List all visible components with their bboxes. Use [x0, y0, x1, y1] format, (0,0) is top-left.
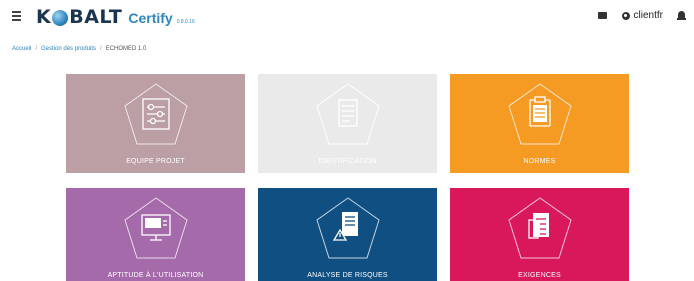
pentagon-frame — [507, 197, 572, 259]
top-bar: K BALT Certify 0.8.0.16 clientfr — [0, 0, 694, 38]
tile-label: EXIGENCES — [518, 272, 561, 279]
requirements-icon — [527, 213, 549, 239]
tile-exigences[interactable]: EXIGENCES — [450, 188, 629, 281]
tile-equipe-projet[interactable]: EQUIPE PROJET — [66, 74, 245, 173]
app-logo[interactable]: K BALT Certify 0.8.0.16 — [36, 6, 195, 32]
gear-icon — [621, 11, 631, 21]
pentagon-frame — [507, 83, 572, 145]
pentagon-frame — [315, 83, 380, 145]
tile-analyse-risques[interactable]: ANALYSE DE RISQUES — [258, 188, 437, 281]
clipboard-icon — [528, 96, 551, 127]
tile-label: APTITUDE À L'UTILISATION — [107, 272, 204, 279]
globe-icon — [52, 10, 69, 26]
monitor-icon — [140, 214, 171, 241]
tile-normes[interactable]: NORMES — [450, 74, 629, 173]
pentagon-frame — [315, 197, 380, 259]
breadcrumb-separator: / — [35, 46, 38, 52]
tile-label: IDENTIFICATION — [318, 158, 377, 165]
product-name: Certify — [128, 10, 173, 26]
tile-aptitude[interactable]: APTITUDE À L'UTILISATION — [66, 188, 245, 281]
mail-icon[interactable] — [597, 12, 607, 19]
sliders-icon — [141, 98, 170, 130]
breadcrumb-products[interactable]: Gestion des produits — [41, 46, 96, 52]
document-icon — [337, 99, 358, 127]
user-menu[interactable]: clientfr — [621, 10, 663, 21]
user-name: clientfr — [633, 10, 663, 21]
pentagon-frame — [123, 197, 188, 259]
tile-label: EQUIPE PROJET — [126, 158, 185, 165]
breadcrumb-current: ECHOMED 1.0 — [105, 46, 147, 52]
bell-icon[interactable] — [677, 10, 686, 21]
version-label: 0.8.0.16 — [176, 19, 195, 25]
breadcrumb-separator: / — [100, 46, 102, 52]
pentagon-frame — [123, 83, 188, 145]
breadcrumb: Accueil / Gestion des produits / ECHOMED… — [12, 46, 146, 52]
tile-label: NORMES — [523, 158, 556, 165]
breadcrumb-home[interactable]: Accueil — [12, 46, 31, 52]
header-actions: clientfr — [597, 10, 686, 21]
tile-identification: IDENTIFICATION — [258, 74, 437, 173]
brand-name: K BALT — [36, 6, 123, 28]
tile-label: ANALYSE DE RISQUES — [307, 272, 388, 279]
menu-icon[interactable] — [12, 11, 24, 23]
risk-document-icon — [332, 212, 358, 241]
